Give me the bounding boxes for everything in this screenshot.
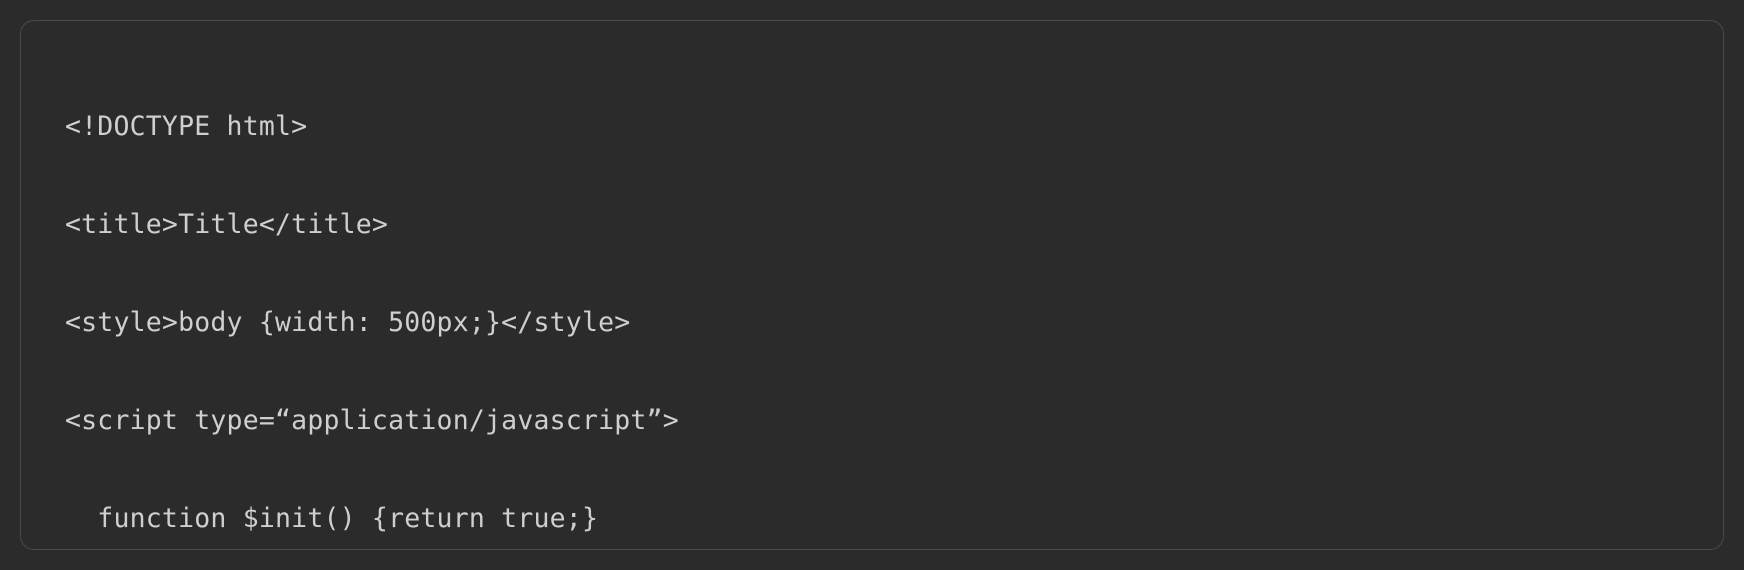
code-line: <script type=“application/javascript”> bbox=[65, 396, 1679, 445]
code-line: <style>body {width: 500px;}</style> bbox=[65, 298, 1679, 347]
code-line: function $init() {return true;} bbox=[65, 494, 1679, 543]
code-line: <title>Title</title> bbox=[65, 200, 1679, 249]
code-line: <!DOCTYPE html> bbox=[65, 102, 1679, 151]
code-block: <!DOCTYPE html> <title>Title</title> <st… bbox=[20, 20, 1724, 550]
